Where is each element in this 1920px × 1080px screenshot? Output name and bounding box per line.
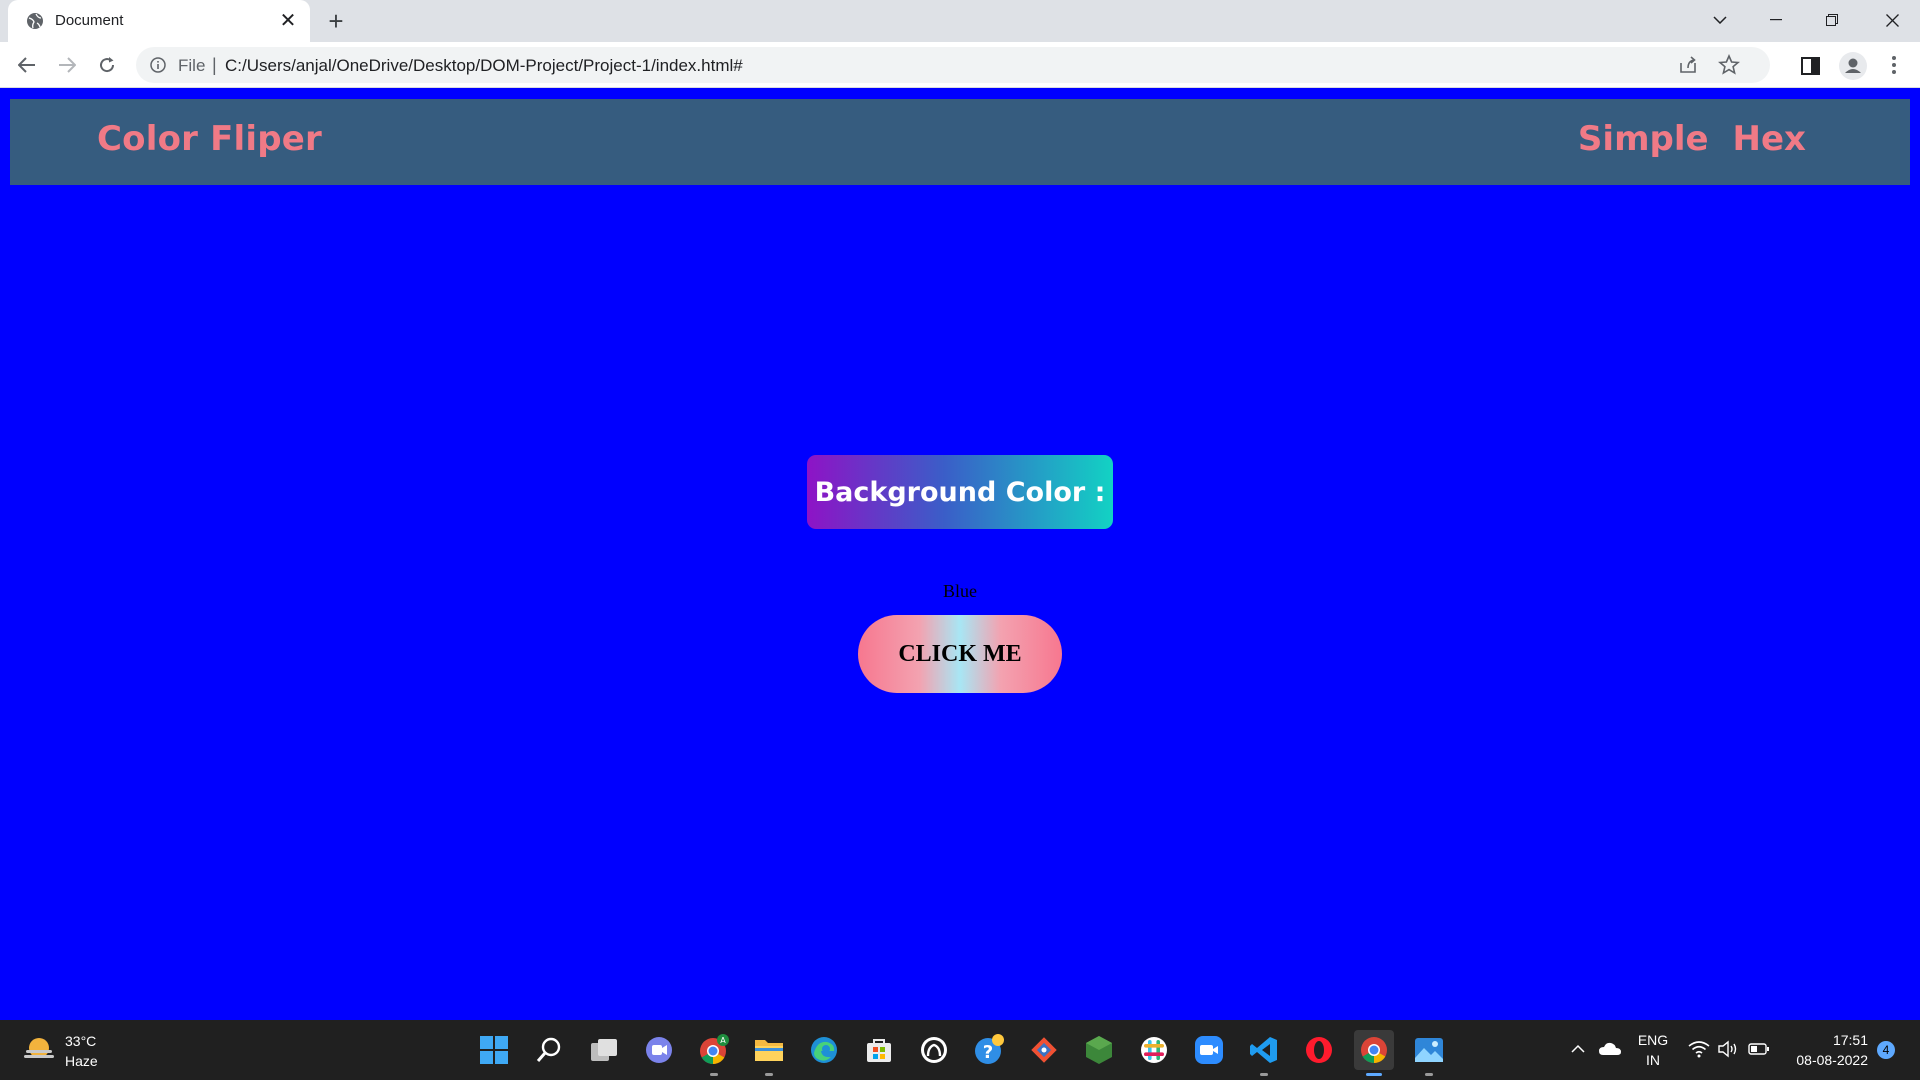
language-region[interactable]: IN <box>1637 1052 1669 1068</box>
edge-icon[interactable] <box>804 1030 844 1070</box>
microsoft-store-icon[interactable] <box>859 1030 899 1070</box>
clock-date[interactable]: 08-08-2022 <box>1782 1052 1868 1068</box>
close-icon <box>1885 13 1899 27</box>
restore-button[interactable] <box>1804 0 1860 40</box>
color-name-text: Blue <box>943 581 977 601</box>
arrow-left-icon <box>18 57 35 73</box>
globe-icon <box>27 13 43 29</box>
kebab-menu-icon[interactable] <box>1884 52 1904 78</box>
minimize-icon <box>1770 19 1782 21</box>
browser-toolbar: File | C:/Users/anjal/OneDrive/Desktop/D… <box>0 42 1920 88</box>
arrow-right-icon <box>59 57 76 73</box>
vscode-icon[interactable] <box>1244 1030 1284 1076</box>
teams-chat-icon[interactable] <box>639 1030 679 1070</box>
tab-close-button[interactable]: ✕ <box>276 9 300 33</box>
person-icon <box>1845 58 1861 73</box>
url-text[interactable]: C:/Users/anjal/OneDrive/Desktop/DOM-Proj… <box>225 56 743 76</box>
chevron-down-icon <box>1713 16 1727 24</box>
weather-temperature[interactable]: 33°C <box>65 1033 96 1049</box>
volume-icon[interactable] <box>1717 1040 1739 1058</box>
running-indicator <box>765 1073 773 1076</box>
site-header: Color Fliper Simple Hex <box>10 99 1910 185</box>
task-view-icon[interactable] <box>584 1030 624 1070</box>
scheme-label: File <box>178 56 206 75</box>
svg-text:A: A <box>720 1036 726 1045</box>
file-explorer-icon[interactable] <box>749 1030 789 1076</box>
address-bar[interactable]: File | C:/Users/anjal/OneDrive/Desktop/D… <box>136 47 1770 83</box>
notification-badge[interactable]: 4 <box>1877 1041 1895 1059</box>
side-panel-icon[interactable] <box>1800 55 1822 77</box>
wifi-icon[interactable] <box>1688 1040 1710 1058</box>
tab-search-button[interactable] <box>1692 0 1748 40</box>
taskbar-apps: A ? <box>474 1030 1449 1076</box>
click-me-button[interactable]: CLICK ME <box>858 615 1062 693</box>
photos-icon[interactable] <box>1409 1030 1449 1076</box>
github-desktop-icon[interactable] <box>914 1030 954 1070</box>
opera-icon[interactable] <box>1299 1030 1339 1070</box>
git-icon[interactable] <box>1024 1030 1064 1070</box>
chevron-up-icon[interactable] <box>1570 1042 1586 1056</box>
get-help-icon[interactable]: ? <box>969 1030 1009 1070</box>
active-indicator <box>1366 1073 1382 1076</box>
background-color-label: Background Color : <box>814 476 1106 508</box>
battery-icon[interactable] <box>1748 1041 1770 1057</box>
nodejs-icon[interactable] <box>1079 1030 1119 1070</box>
back-button[interactable] <box>11 49 43 81</box>
nav-link-hex[interactable]: Hex <box>1733 119 1806 159</box>
running-indicator <box>1425 1073 1433 1076</box>
windows-taskbar: 33°C Haze A ? ENG IN 17:51 08-08-2022 4 <box>0 1020 1920 1080</box>
svg-text:?: ? <box>983 1042 993 1063</box>
weather-haze-icon[interactable] <box>22 1034 56 1064</box>
star-icon[interactable] <box>1718 54 1740 76</box>
scheme-separator: | <box>212 55 217 75</box>
browser-tab[interactable]: Document ✕ <box>8 0 310 42</box>
background-color-label-box: Background Color : <box>807 455 1113 529</box>
page-viewport: Color Fliper Simple Hex Background Color… <box>0 88 1920 1020</box>
weather-description[interactable]: Haze <box>65 1053 98 1069</box>
reload-button[interactable] <box>91 49 123 81</box>
clock-time[interactable]: 17:51 <box>1782 1032 1868 1048</box>
chrome-profile-icon[interactable]: A <box>694 1030 734 1076</box>
restore-icon <box>1826 14 1838 26</box>
reload-icon <box>100 57 115 73</box>
tab-strip: Document ✕ + <box>0 0 1920 42</box>
tab-title: Document <box>55 12 124 29</box>
info-icon[interactable] <box>150 57 166 73</box>
chrome-icon[interactable] <box>1354 1030 1394 1076</box>
share-icon[interactable] <box>1678 55 1698 75</box>
site-title: Color Fliper <box>97 119 323 159</box>
language-indicator[interactable]: ENG <box>1637 1032 1669 1048</box>
window-close-button[interactable] <box>1864 0 1920 40</box>
new-tab-button[interactable]: + <box>322 8 350 36</box>
profile-avatar[interactable] <box>1839 52 1867 80</box>
running-indicator <box>710 1073 718 1076</box>
onedrive-cloud-icon[interactable] <box>1598 1040 1622 1056</box>
forward-button[interactable] <box>51 49 83 81</box>
site-nav: Simple Hex <box>1578 119 1806 159</box>
minimize-button[interactable] <box>1748 0 1804 40</box>
search-icon[interactable] <box>529 1030 569 1070</box>
nav-link-simple[interactable]: Simple <box>1578 119 1709 159</box>
zoom-icon[interactable] <box>1189 1030 1229 1070</box>
running-indicator <box>1260 1073 1268 1076</box>
slack-icon[interactable] <box>1134 1030 1174 1070</box>
start-icon[interactable] <box>474 1030 514 1070</box>
